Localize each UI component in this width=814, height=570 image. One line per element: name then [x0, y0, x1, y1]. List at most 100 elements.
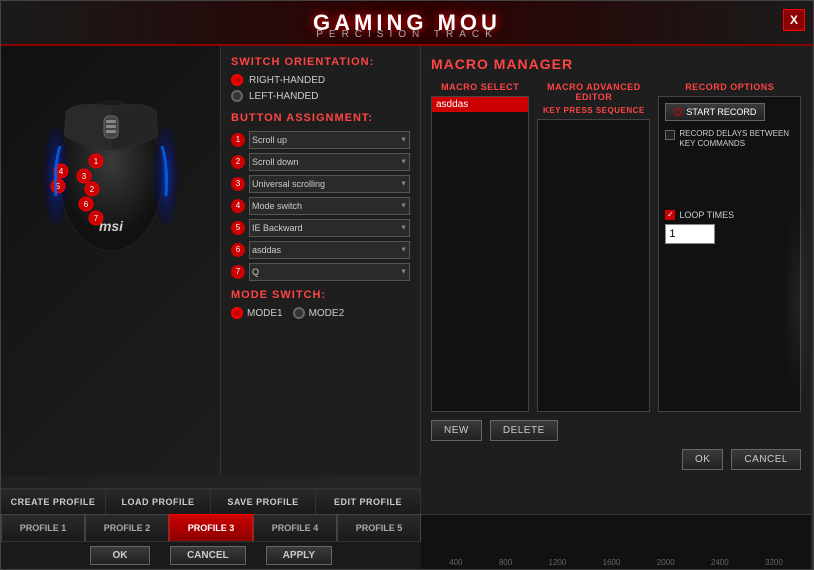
- main-window: GAMING MOU PERCISION TRACK X: [0, 0, 814, 570]
- btn-select-5[interactable]: IE Backward: [249, 219, 410, 237]
- record-delays-checkbox[interactable]: [665, 130, 675, 140]
- btn-num-6: 6: [231, 243, 245, 257]
- macro-manager-title: MACRO MANAGER: [431, 56, 801, 72]
- graph-labels: 400 800 1200 1600 2000 2400 3200: [421, 556, 811, 569]
- loop-times-input[interactable]: 1: [665, 224, 715, 244]
- mode-switch-section: MODE SWITCH: MODE1 MODE2: [231, 289, 410, 319]
- graph-label-1200: 1200: [549, 558, 567, 567]
- ok-button[interactable]: OK: [90, 546, 150, 565]
- app-subtitle: PERCISION TRACK: [316, 29, 498, 40]
- profile-tab-2-label: PROFILE 2: [104, 523, 151, 533]
- key-press-label: KEY PRESS SEQUENCE: [537, 106, 650, 115]
- mouse-image-container: 1 3 2 6 7 4 5 msi: [36, 56, 186, 256]
- macro-list-item[interactable]: asddas: [432, 97, 528, 112]
- btn-select-7[interactable]: Q: [249, 263, 410, 281]
- profile-tab-5[interactable]: PROFILE 5: [337, 514, 421, 541]
- delete-macro-button[interactable]: DELETE: [490, 420, 558, 441]
- record-options-column: RECORD OPTIONS START RECORD RECORD DELAY…: [658, 82, 801, 412]
- btn-dropdown-wrapper-1[interactable]: Scroll up: [249, 130, 410, 149]
- mode2-option[interactable]: MODE2: [293, 307, 345, 319]
- profile-tab-3[interactable]: PROFILE 3: [169, 514, 253, 541]
- btn-dropdown-wrapper-2[interactable]: Scroll down: [249, 152, 410, 171]
- loop-times-checkbox[interactable]: ✓: [665, 210, 675, 220]
- right-handed-option[interactable]: RIGHT-HANDED: [231, 74, 410, 86]
- graph-label-400: 400: [449, 558, 462, 567]
- button-row-4: 4 Mode switch: [231, 196, 410, 215]
- mode-switch-label: MODE SWITCH:: [231, 289, 410, 301]
- button-row-1: 1 Scroll up: [231, 130, 410, 149]
- button-assignment-label: BUTTON ASSIGNMENT:: [231, 112, 410, 124]
- btn-dropdown-wrapper-5[interactable]: IE Backward: [249, 218, 410, 237]
- button-row-5: 5 IE Backward: [231, 218, 410, 237]
- button-row-2: 2 Scroll down: [231, 152, 410, 171]
- edit-profile-button[interactable]: EDIT PROFILE: [316, 489, 421, 514]
- graph-label-2000: 2000: [657, 558, 675, 567]
- close-button[interactable]: X: [783, 9, 805, 31]
- svg-text:6: 6: [83, 200, 88, 209]
- bottom-toolbar: CREATE PROFILE LOAD PROFILE SAVE PROFILE…: [1, 488, 421, 514]
- left-handed-label: LEFT-HANDED: [249, 91, 318, 102]
- btn-select-4[interactable]: Mode switch: [249, 197, 410, 215]
- record-circle-icon: [674, 108, 682, 116]
- start-record-button[interactable]: START RECORD: [665, 103, 765, 121]
- btn-num-5: 5: [231, 221, 245, 235]
- profile-tab-4-label: PROFILE 4: [272, 523, 319, 533]
- macro-editor-label: MACRO ADVANCED EDITOR: [537, 82, 650, 102]
- bottom-actions: OK CANCEL APPLY: [1, 541, 421, 569]
- macro-ok-button[interactable]: OK: [682, 449, 723, 470]
- macro-listbox[interactable]: asddas: [431, 96, 529, 412]
- btn-select-3[interactable]: Universal scrolling: [249, 175, 410, 193]
- profile-tab-5-label: PROFILE 5: [356, 523, 403, 533]
- macro-buttons-row: NEW DELETE: [431, 420, 801, 441]
- load-profile-button[interactable]: LOAD PROFILE: [106, 489, 211, 514]
- svg-text:2: 2: [89, 185, 94, 194]
- graph-area: 400 800 1200 1600 2000 2400 3200: [421, 514, 811, 569]
- macro-select-label: MACRO SELECT: [431, 82, 529, 92]
- btn-select-2[interactable]: Scroll down: [249, 153, 410, 171]
- mode1-label: MODE1: [247, 308, 283, 319]
- loop-times-row: ✓ LOOP TIMES: [665, 210, 794, 220]
- mouse-panel: 1 3 2 6 7 4 5 msi: [1, 46, 221, 476]
- button-row-7: 7 Q: [231, 262, 410, 281]
- profile-tab-1[interactable]: PROFILE 1: [1, 514, 85, 541]
- mode2-radio[interactable]: [293, 307, 305, 319]
- loop-times-label: LOOP TIMES: [679, 210, 734, 220]
- right-handed-radio[interactable]: [231, 74, 243, 86]
- btn-dropdown-wrapper-3[interactable]: Universal scrolling: [249, 174, 410, 193]
- mouse-svg: 1 3 2 6 7 4 5 msi: [36, 56, 186, 256]
- save-profile-button[interactable]: SAVE PROFILE: [211, 489, 316, 514]
- right-handed-label: RIGHT-HANDED: [249, 75, 325, 86]
- profile-tab-2[interactable]: PROFILE 2: [85, 514, 169, 541]
- profile-tab-4[interactable]: PROFILE 4: [253, 514, 337, 541]
- record-options-label: RECORD OPTIONS: [658, 82, 801, 92]
- key-sequence-box: [537, 119, 650, 412]
- mode2-label: MODE2: [309, 308, 345, 319]
- orientation-group: RIGHT-HANDED LEFT-HANDED: [231, 74, 410, 102]
- macro-cancel-button[interactable]: CANCEL: [731, 449, 801, 470]
- macro-ok-cancel-row: OK CANCEL: [431, 449, 801, 470]
- apply-button[interactable]: APPLY: [266, 546, 332, 565]
- left-handed-option[interactable]: LEFT-HANDED: [231, 90, 410, 102]
- macro-panel: MACRO MANAGER MACRO SELECT asddas MACRO …: [421, 46, 811, 516]
- mode1-radio[interactable]: [231, 307, 243, 319]
- btn-select-6[interactable]: asddas: [249, 241, 410, 259]
- profile-tab-1-label: PROFILE 1: [20, 523, 67, 533]
- start-record-label: START RECORD: [686, 107, 756, 117]
- btn-num-7: 7: [231, 265, 245, 279]
- btn-select-1[interactable]: Scroll up: [249, 131, 410, 149]
- button-row-3: 3 Universal scrolling: [231, 174, 410, 193]
- cancel-button[interactable]: CANCEL: [170, 546, 246, 565]
- svg-text:1: 1: [93, 157, 98, 166]
- macro-columns: MACRO SELECT asddas MACRO ADVANCED EDITO…: [431, 82, 801, 412]
- mode1-option[interactable]: MODE1: [231, 307, 283, 319]
- btn-dropdown-wrapper-6[interactable]: asddas: [249, 240, 410, 259]
- create-profile-button[interactable]: CREATE PROFILE: [1, 489, 106, 514]
- record-delays-row: RECORD DELAYS BETWEEN KEY COMMANDS: [665, 129, 794, 150]
- record-delays-label: RECORD DELAYS BETWEEN KEY COMMANDS: [679, 129, 794, 150]
- btn-dropdown-wrapper-7[interactable]: Q: [249, 262, 410, 281]
- new-macro-button[interactable]: NEW: [431, 420, 482, 441]
- left-handed-radio[interactable]: [231, 90, 243, 102]
- switch-orientation-label: SWITCH ORIENTATION:: [231, 56, 410, 68]
- svg-text:4: 4: [58, 167, 63, 176]
- btn-dropdown-wrapper-4[interactable]: Mode switch: [249, 196, 410, 215]
